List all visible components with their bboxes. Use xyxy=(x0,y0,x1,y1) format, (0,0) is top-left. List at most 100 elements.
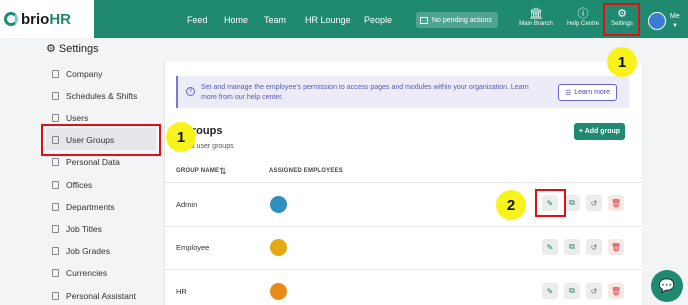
help-circle-icon: ? xyxy=(186,87,195,96)
nav-people[interactable]: People xyxy=(364,15,392,25)
history-icon: ↺ xyxy=(590,286,598,296)
sidebar-item-currencies[interactable]: Currencies xyxy=(52,268,107,278)
nav-hr-lounge[interactable]: HR Lounge xyxy=(305,15,351,25)
pencil-icon: ✎ xyxy=(546,286,554,296)
user-groups-highlight-box xyxy=(41,124,161,156)
add-group-button[interactable]: + Add group xyxy=(574,123,625,140)
row-divider xyxy=(164,182,642,183)
briefcase-icon xyxy=(52,225,59,233)
sidebar-item-users[interactable]: Users xyxy=(52,113,88,123)
history-button[interactable]: ↺ xyxy=(586,195,602,211)
sidebar-item-label: Company xyxy=(66,69,103,79)
edit-button[interactable]: ✎ xyxy=(542,239,558,255)
me-label[interactable]: Me xyxy=(670,13,680,20)
user-avatar[interactable] xyxy=(648,12,666,30)
users-icon xyxy=(52,114,59,122)
history-icon: ↺ xyxy=(590,198,598,208)
sidebar-item-company[interactable]: Company xyxy=(52,69,102,79)
nav-home[interactable]: Home xyxy=(224,15,248,25)
building-icon: 🏛 xyxy=(529,8,543,20)
delete-button[interactable]: 🗑 xyxy=(608,239,624,255)
logo-text: brio xyxy=(21,10,50,28)
logo-icon xyxy=(4,12,18,26)
pending-actions-button[interactable]: No pending actions xyxy=(416,12,498,28)
row-divider xyxy=(164,226,642,227)
history-button[interactable]: ↺ xyxy=(586,283,602,299)
book-icon: ☰ xyxy=(564,89,572,97)
help-centre-label: Help Centre xyxy=(566,21,599,27)
copy-icon: ⧉ xyxy=(569,242,575,251)
delete-button[interactable]: 🗑 xyxy=(608,195,624,211)
calendar-icon xyxy=(52,92,59,100)
history-icon: ↺ xyxy=(590,242,598,252)
sidebar-item-personal-assistant[interactable]: Personal Assistant xyxy=(52,291,136,301)
page-title-text: Settings xyxy=(58,42,99,55)
nav-feed[interactable]: Feed xyxy=(187,15,208,25)
help-icon: ⓘ xyxy=(577,8,589,20)
sidebar-item-schedules[interactable]: Schedules & Shifts xyxy=(52,91,137,101)
sidebar-item-label: Users xyxy=(66,113,89,123)
copy-icon: ⧉ xyxy=(569,198,575,207)
copy-icon: ⧉ xyxy=(569,286,575,295)
logo-suffix: HR xyxy=(49,10,72,28)
group-name-hr: HR xyxy=(176,287,187,296)
chevron-down-icon[interactable]: ▼ xyxy=(672,23,678,29)
gear-icon: ⚙ xyxy=(46,43,56,55)
currency-icon xyxy=(52,269,59,277)
column-group-name: GROUP NAME xyxy=(176,168,220,174)
learn-more-button[interactable]: ☰ Learn more xyxy=(558,84,617,101)
list-icon xyxy=(420,16,428,24)
trash-icon: 🗑 xyxy=(610,286,622,296)
sidebar-item-personal-data[interactable]: Personal Data xyxy=(52,157,120,167)
main-branch-label: Main Branch xyxy=(519,21,553,27)
copy-button[interactable]: ⧉ xyxy=(564,239,580,255)
edit-button[interactable]: ✎ xyxy=(542,283,558,299)
sidebar-item-offices[interactable]: Offices xyxy=(52,180,92,190)
sort-icon[interactable]: ⇅ xyxy=(219,166,227,177)
copy-button[interactable]: ⧉ xyxy=(564,283,580,299)
sidebar-item-label: Personal Assistant xyxy=(66,291,136,301)
learn-more-label: Learn more xyxy=(574,89,611,96)
page-title: ⚙ Settings xyxy=(46,42,99,56)
trash-icon: 🗑 xyxy=(610,242,622,252)
group-name-admin: Admin xyxy=(176,200,198,209)
grade-icon xyxy=(52,247,59,255)
delete-button[interactable]: 🗑 xyxy=(608,283,624,299)
brand-logo[interactable]: brioHR xyxy=(0,0,94,38)
history-button[interactable]: ↺ xyxy=(586,239,602,255)
sidebar-item-job-titles[interactable]: Job Titles xyxy=(52,224,102,234)
assistant-icon xyxy=(52,292,59,300)
row-divider xyxy=(164,269,642,270)
chat-icon: 💬 xyxy=(658,278,676,293)
building-icon xyxy=(52,70,59,78)
sidebar-item-label: Currencies xyxy=(66,268,108,278)
main-branch-button[interactable]: 🏛 Main Branch xyxy=(516,7,556,27)
annotation-badge: 1 xyxy=(607,47,637,77)
help-centre-button[interactable]: ⓘ Help Centre xyxy=(563,7,603,27)
sidebar-item-label: Offices xyxy=(66,180,93,190)
edit-highlight-box xyxy=(535,189,566,217)
sidebar-item-label: Personal Data xyxy=(66,157,120,167)
group-name-employee: Employee xyxy=(176,243,210,252)
settings-highlight-box xyxy=(603,3,640,36)
column-assigned-employees: ASSIGNED EMPLOYEES xyxy=(269,168,343,174)
sidebar-item-label: Job Grades xyxy=(66,246,110,256)
pencil-icon: ✎ xyxy=(546,242,554,252)
document-icon xyxy=(52,158,59,166)
annotation-badge: 1 xyxy=(166,122,196,152)
sidebar-item-label: Departments xyxy=(66,202,115,212)
avatar xyxy=(270,239,287,256)
avatar xyxy=(270,196,287,213)
trash-icon: 🗑 xyxy=(610,198,622,208)
annotation-badge: 2 xyxy=(496,190,526,220)
avatar xyxy=(270,283,287,300)
sidebar-item-job-grades[interactable]: Job Grades xyxy=(52,246,110,256)
nav-team[interactable]: Team xyxy=(264,15,286,25)
copy-button[interactable]: ⧉ xyxy=(564,195,580,211)
sidebar-item-label: Schedules & Shifts xyxy=(66,91,138,101)
office-icon xyxy=(52,181,59,189)
pending-actions-label: No pending actions xyxy=(432,16,492,24)
sidebar-item-departments[interactable]: Departments xyxy=(52,202,115,212)
chat-widget-button[interactable]: 💬 xyxy=(651,270,683,302)
department-icon xyxy=(52,203,59,211)
